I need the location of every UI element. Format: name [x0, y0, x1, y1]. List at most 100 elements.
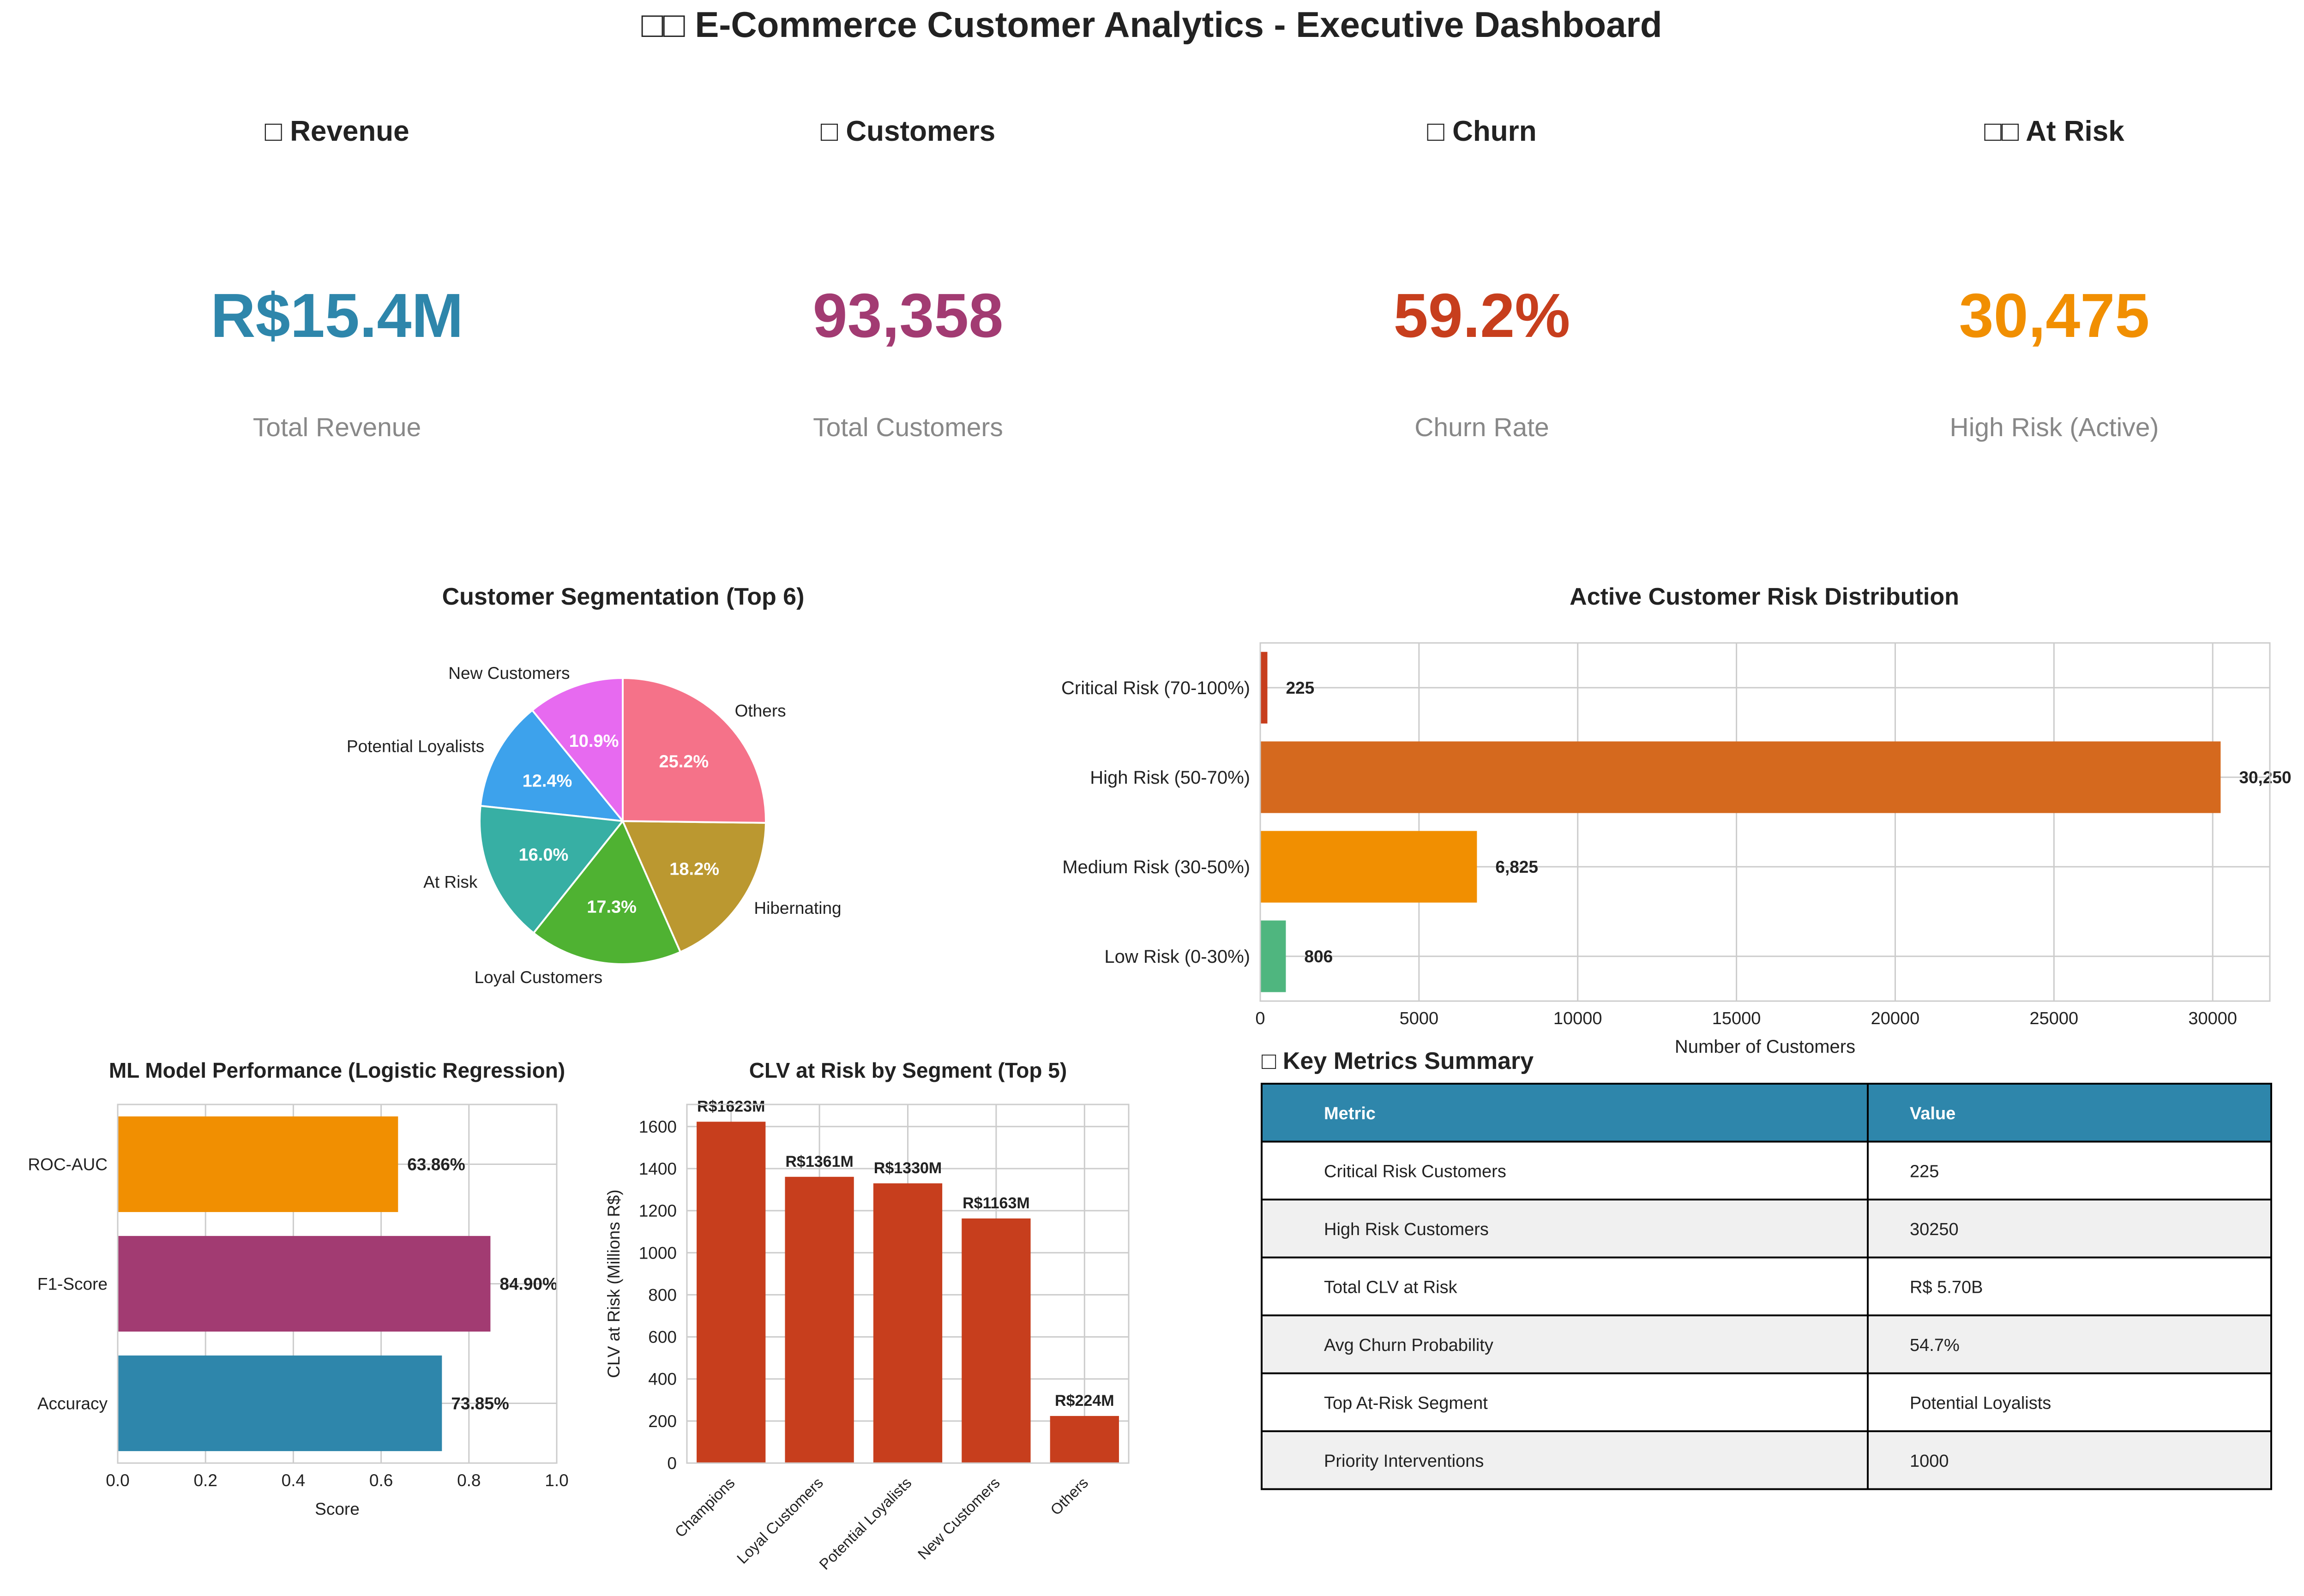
bar	[118, 1236, 491, 1332]
pie-category-label: Loyal Customers	[475, 968, 603, 987]
y-tick-label: 1600	[639, 1117, 677, 1136]
bar-value-label: R$1623M	[697, 1098, 765, 1115]
bar-value-label: 806	[1304, 947, 1333, 966]
table-cell-metric: Priority Interventions	[1324, 1452, 1484, 1471]
bar	[697, 1122, 766, 1463]
x-category-label: Champions	[671, 1474, 738, 1541]
pie-category-label: Others	[735, 701, 786, 720]
chart-title: ML Model Performance (Logistic Regressio…	[109, 1058, 565, 1082]
y-category-label: Critical Risk (70-100%)	[1061, 678, 1250, 698]
kpi-card: □□ At Risk 30,475 High Risk (Active)	[1950, 115, 2159, 442]
x-tick-label: 5000	[1400, 1009, 1439, 1028]
bar-value-label: 6,825	[1495, 858, 1538, 876]
bar	[1050, 1416, 1119, 1463]
x-tick-label: 25000	[2030, 1009, 2079, 1028]
x-tick-label: 10000	[1553, 1009, 1602, 1028]
kpi-row: □ Revenue R$15.4M Total Revenue □ Customers…	[211, 115, 2159, 442]
x-tick-label: 0.0	[106, 1471, 129, 1490]
pie-percent-label: 16.0%	[519, 846, 569, 865]
dashboard-canvas: □□ E-Commerce Customer Analytics - Execu…	[28, 4, 2292, 1573]
x-tick-label: 1.0	[545, 1471, 568, 1490]
table-cell-metric: Top At-Risk Segment	[1324, 1393, 1488, 1413]
table-header-cell: Value	[1910, 1104, 1955, 1123]
pie-percent-label: 12.4%	[523, 771, 572, 791]
x-tick-label: 0.8	[457, 1471, 481, 1490]
chart-title: Active Customer Risk Distribution	[1570, 583, 1959, 610]
table-header-row	[1261, 1083, 2272, 1143]
pie-category-label: New Customers	[448, 664, 570, 683]
table-cell-value: 54.7%	[1910, 1336, 1960, 1355]
bar-value-label: R$224M	[1055, 1392, 1114, 1410]
table-cell-value: 30250	[1910, 1220, 1959, 1239]
y-tick-label: 1000	[639, 1243, 677, 1262]
y-tick-label: 400	[648, 1370, 677, 1389]
kpi-caption: Total Revenue	[253, 413, 421, 442]
kpi-card: □ Churn 59.2% Churn Rate	[1394, 115, 1570, 442]
x-tick-label: 15000	[1712, 1009, 1761, 1028]
bar-value-label: R$1330M	[874, 1159, 942, 1177]
table-cell-metric: Total CLV at Risk	[1324, 1278, 1458, 1297]
pie-percent-label: 25.2%	[659, 752, 709, 771]
kpi-caption: Total Customers	[813, 413, 1003, 442]
pie-percent-label: 17.3%	[587, 897, 637, 917]
y-tick-label: 800	[648, 1285, 677, 1304]
pie-percent-label: 10.9%	[569, 732, 619, 751]
x-category-label: Loyal Customers	[734, 1474, 826, 1567]
pie-slice	[622, 677, 767, 824]
bar-value-label: R$1361M	[785, 1153, 853, 1170]
bar	[873, 1183, 943, 1463]
kpi-value: 93,358	[813, 281, 1004, 350]
y-tick-label: 0	[667, 1454, 677, 1473]
x-axis-label: Number of Customers	[1675, 1037, 1855, 1057]
kpi-card: □ Revenue R$15.4M Total Revenue	[211, 115, 463, 442]
bar	[962, 1218, 1031, 1463]
kpi-label: □ Churn	[1427, 115, 1536, 147]
bar-value-label: 63.86%	[407, 1155, 465, 1174]
dashboard-title: □□ E-Commerce Customer Analytics - Execu…	[641, 4, 1662, 45]
x-tick-label: 0.6	[369, 1471, 393, 1490]
x-category-label: New Customers	[914, 1474, 1003, 1563]
plot-frame	[1259, 642, 2271, 1002]
key-metrics-summary-table: □ Key Metrics Summary Metric Value Critical…	[1261, 1048, 2272, 1490]
table-cell-metric: Avg Churn Probability	[1324, 1336, 1493, 1355]
y-category-label: Low Risk (0-30%)	[1104, 947, 1250, 967]
x-tick-label: 0.2	[193, 1471, 217, 1490]
kpi-card: □ Customers 93,358 Total Customers	[813, 115, 1004, 442]
bar	[118, 1116, 398, 1212]
bar	[1260, 831, 1477, 903]
pie-percent-label: 18.2%	[669, 860, 719, 879]
y-category-label: F1-Score	[37, 1274, 108, 1293]
kpi-value: R$15.4M	[211, 281, 463, 350]
model-performance-chart: ML Model Performance (Logistic Regressio…	[28, 1058, 568, 1518]
kpi-label: □ Revenue	[265, 115, 409, 147]
x-axis-label: Score	[315, 1500, 360, 1518]
chart-title: Customer Segmentation (Top 6)	[442, 583, 805, 610]
y-category-label: ROC-AUC	[28, 1155, 108, 1174]
bar-value-label: 73.85%	[451, 1394, 509, 1413]
pie-category-label: At Risk	[423, 872, 478, 891]
bar	[1260, 920, 1286, 992]
table-cell-value: R$ 5.70B	[1910, 1278, 1983, 1297]
bar-value-label: R$1163M	[963, 1194, 1030, 1212]
pie-category-label: Potential Loyalists	[347, 737, 484, 756]
y-category-label: Accuracy	[37, 1394, 108, 1413]
bar	[118, 1355, 442, 1452]
y-tick-label: 1200	[639, 1201, 677, 1220]
y-category-label: High Risk (50-70%)	[1090, 768, 1250, 788]
table-cell-value: Potential Loyalists	[1910, 1393, 2051, 1413]
y-tick-label: 1400	[639, 1159, 677, 1178]
bar	[785, 1176, 854, 1463]
bar	[1260, 741, 2221, 813]
x-category-label: Others	[1047, 1474, 1091, 1518]
segmentation-pie-chart: Customer Segmentation (Top 6) 10.9% New Cu…	[347, 583, 842, 987]
x-tick-label: 20000	[1871, 1009, 1920, 1028]
y-tick-label: 600	[648, 1328, 677, 1347]
kpi-value: 30,475	[1959, 281, 2150, 350]
clv-at-risk-chart: CLV at Risk by Segment (Top 5) 0 200 400 600…	[604, 1058, 1130, 1573]
table-cell-value: 1000	[1910, 1452, 1949, 1471]
bar-value-label: 84.90%	[499, 1274, 558, 1293]
y-axis-label: CLV at Risk (Millions R$)	[604, 1189, 623, 1378]
kpi-caption: High Risk (Active)	[1950, 413, 2159, 442]
chart-title: CLV at Risk by Segment (Top 5)	[749, 1058, 1067, 1082]
risk-distribution-chart: Active Customer Risk Distribution 0 5000 10…	[1061, 583, 2292, 1057]
